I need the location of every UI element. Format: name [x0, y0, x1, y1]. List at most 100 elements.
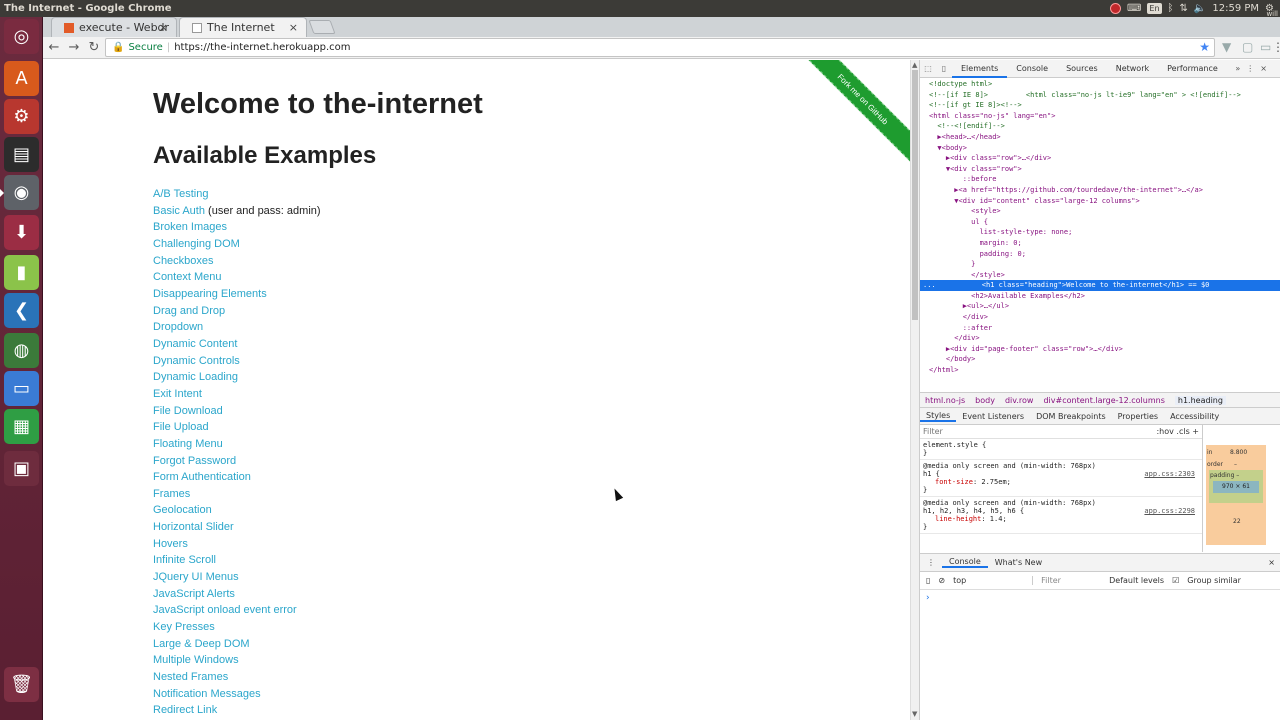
dom-node[interactable]: ▶<ul>…</ul> — [920, 301, 1280, 312]
drawer-tab-whats-new[interactable]: What's New — [988, 558, 1049, 567]
dom-node[interactable]: </html> — [920, 365, 1280, 376]
styles-tab[interactable]: DOM Breakpoints — [1030, 412, 1112, 421]
tab-webdriver[interactable]: execute - Webdrive × — [51, 17, 177, 37]
dom-node[interactable]: } — [920, 259, 1280, 270]
example-link[interactable]: Challenging DOM — [153, 238, 240, 250]
tab-network[interactable]: Network — [1107, 60, 1158, 78]
drawer-tab-console[interactable]: Console — [942, 557, 988, 568]
url-text[interactable]: https://the-internet.herokuapp.com — [174, 42, 350, 53]
example-link[interactable]: JavaScript onload event error — [153, 604, 297, 616]
example-link[interactable]: Exit Intent — [153, 388, 202, 400]
example-link[interactable]: Broken Images — [153, 221, 227, 233]
menu-icon[interactable]: ⋮ — [1272, 40, 1280, 54]
dom-node[interactable]: padding: 0; — [920, 249, 1280, 260]
dom-node[interactable]: <!doctype html> — [920, 79, 1280, 90]
bookmark-star-icon[interactable]: ★ — [1199, 40, 1210, 54]
back-icon[interactable]: ← — [45, 39, 63, 57]
styles-filter-input[interactable]: Filter — [923, 427, 943, 436]
style-property[interactable]: line-height: 1.4; — [923, 515, 1199, 523]
breadcrumb-item[interactable]: div.row — [1005, 396, 1034, 405]
example-link[interactable]: Forgot Password — [153, 455, 236, 467]
dom-node[interactable]: ::after — [920, 323, 1280, 334]
console-prompt[interactable]: › — [920, 590, 1280, 606]
system-settings-icon[interactable]: ⚙ — [4, 99, 39, 134]
example-link[interactable]: Dynamic Controls — [153, 355, 240, 367]
volume-icon[interactable]: 🔈 — [1194, 3, 1206, 14]
dom-node-selected[interactable]: ... <h1 class="heading">Welcome to the-i… — [920, 280, 1280, 291]
breadcrumb-item[interactable]: body — [975, 396, 995, 405]
tab-the-internet[interactable]: The Internet × — [179, 17, 307, 37]
style-rule[interactable]: @media only screen and (min-width: 768px… — [920, 460, 1202, 497]
styles-tab[interactable]: Properties — [1112, 412, 1164, 421]
tab-performance[interactable]: Performance — [1158, 60, 1227, 78]
dom-node-ellipsis[interactable]: ... — [923, 281, 936, 289]
new-tab-button[interactable] — [308, 20, 336, 34]
dom-node[interactable]: ▼<div id="content" class="large-12 colum… — [920, 196, 1280, 207]
example-link[interactable]: Key Presses — [153, 621, 215, 633]
dom-node[interactable]: <!--<![endif]--> — [920, 121, 1280, 132]
network-icon[interactable]: ⇅ — [1180, 3, 1188, 14]
example-link[interactable]: Geolocation — [153, 504, 212, 516]
example-link[interactable]: Hovers — [153, 538, 188, 550]
example-link[interactable]: JavaScript Alerts — [153, 588, 235, 600]
dom-node[interactable]: margin: 0; — [920, 238, 1280, 249]
breadcrumb-item[interactable]: div#content.large-12.columns — [1043, 396, 1164, 405]
vscode-icon[interactable]: ❮ — [4, 293, 39, 328]
reload-icon[interactable]: ↻ — [85, 39, 103, 57]
style-source-link[interactable]: app.css:2303 — [1144, 470, 1195, 478]
calc-icon[interactable]: ▦ — [4, 409, 39, 444]
example-link[interactable]: Multiple Windows — [153, 654, 239, 666]
breadcrumb-item[interactable]: h1.heading — [1174, 395, 1226, 405]
example-link[interactable]: Infinite Scroll — [153, 554, 216, 566]
styles-tab[interactable]: Event Listeners — [956, 412, 1030, 421]
devtools-more-icon[interactable]: »⋮× — [1235, 64, 1280, 73]
context-select[interactable]: top — [953, 576, 1034, 585]
tab-console[interactable]: Console — [1007, 60, 1057, 78]
style-property[interactable]: font-size: 2.75em; — [923, 478, 1199, 486]
inspect-element-icon[interactable]: ⬚ — [920, 64, 936, 73]
breadcrumb-item[interactable]: html.no-js — [925, 396, 965, 405]
example-link[interactable]: Dynamic Loading — [153, 371, 238, 383]
globe-icon[interactable]: ◍ — [4, 333, 39, 368]
dom-node[interactable]: ▶<a href="https://github.com/tourdedave/… — [920, 185, 1280, 196]
bluetooth-icon[interactable]: ᛒ — [1168, 3, 1174, 14]
example-link[interactable]: A/B Testing — [153, 188, 208, 200]
dom-node[interactable]: <html class="no-js" lang="en"> — [920, 111, 1280, 122]
dom-node[interactable]: ul { — [920, 217, 1280, 228]
tab-elements[interactable]: Elements — [952, 60, 1008, 78]
dom-node[interactable]: list-style-type: none; — [920, 227, 1280, 238]
example-link[interactable]: File Download — [153, 405, 223, 417]
example-link[interactable]: Disappearing Elements — [153, 288, 267, 300]
tab-sources[interactable]: Sources — [1057, 60, 1107, 78]
dom-node[interactable]: <h2>Available Examples</h2> — [920, 291, 1280, 302]
dom-node[interactable]: ▶<div class="row">…</div> — [920, 153, 1280, 164]
example-link[interactable]: Large & Deep DOM — [153, 638, 250, 650]
software-center-icon[interactable]: A — [4, 61, 39, 96]
dom-node[interactable]: </div> — [920, 333, 1280, 344]
console-sidebar-icon[interactable]: ▯ — [926, 576, 930, 585]
workspace-switcher-icon[interactable]: ▣ — [4, 451, 39, 486]
extension-filter-icon[interactable]: ▼ — [1222, 40, 1231, 54]
example-link[interactable]: Notification Messages — [153, 688, 261, 700]
device-toolbar-icon[interactable]: ▯ — [936, 64, 952, 73]
dom-node[interactable]: ▶<head>…</head> — [920, 132, 1280, 143]
example-link[interactable]: Context Menu — [153, 271, 221, 283]
log-levels-select[interactable]: Default levels — [1109, 576, 1164, 585]
example-link[interactable]: Form Authentication — [153, 471, 251, 483]
forward-icon[interactable]: → — [65, 39, 83, 57]
styles-tab[interactable]: Accessibility — [1164, 412, 1225, 421]
dom-node[interactable]: <!--[if IE 8]> <html class="no-js lt-ie9… — [920, 90, 1280, 101]
styles-filter-bar[interactable]: Filter :hov .cls + — [920, 425, 1202, 439]
close-tab-icon[interactable]: × — [289, 21, 298, 34]
example-link[interactable]: Dropdown — [153, 321, 203, 333]
dom-node[interactable]: ▼<body> — [920, 143, 1280, 154]
scroll-down-icon[interactable]: ▼ — [912, 710, 917, 718]
dom-node[interactable]: ▶<div id="page-footer" class="row">…</di… — [920, 344, 1280, 355]
impress-icon[interactable]: ▭ — [4, 371, 39, 406]
libreoffice-icon[interactable]: ▮ — [4, 255, 39, 290]
example-link[interactable]: Horizontal Slider — [153, 521, 234, 533]
style-rule[interactable]: @media only screen and (min-width: 768px… — [920, 497, 1202, 534]
dom-node[interactable]: ::before — [920, 174, 1280, 185]
console-filter-input[interactable]: Filter — [1041, 576, 1101, 585]
fork-me-ribbon[interactable]: Fork me on GitHub — [788, 60, 910, 174]
